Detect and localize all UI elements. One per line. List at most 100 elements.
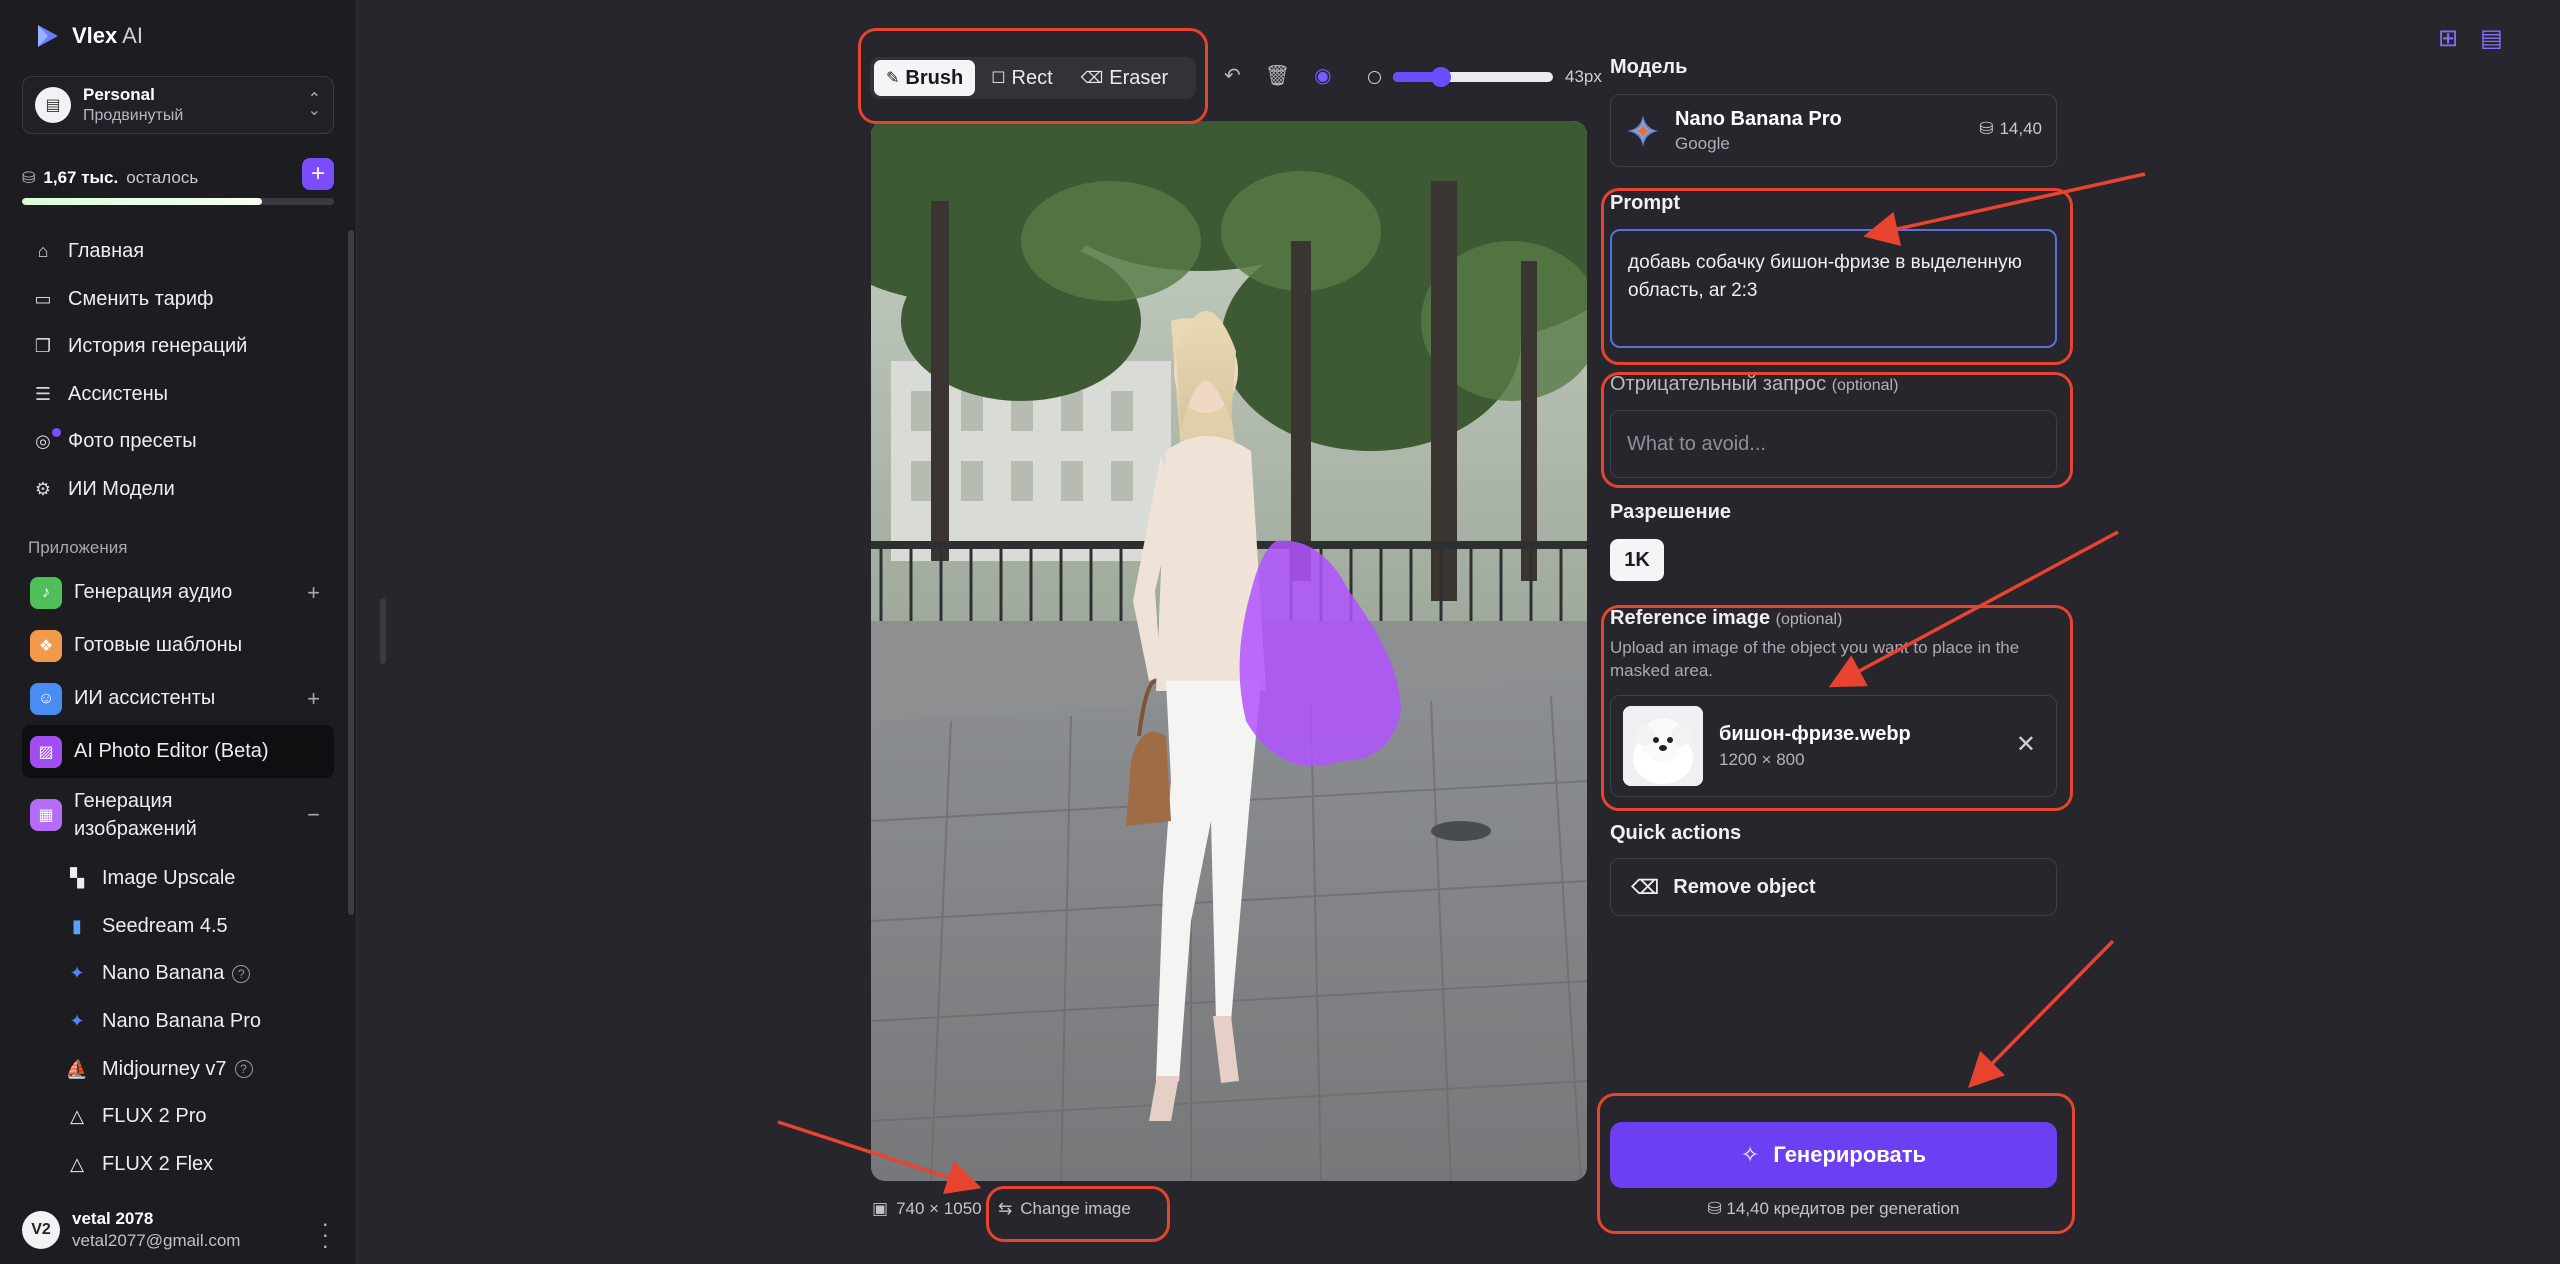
sidebar: Vlex AI ▤ Personal Продвинутый ⌃ ⌄ ⛁ 1,67… [0, 0, 357, 1264]
arrow-to-prompt [1863, 172, 2146, 247]
model-item-label: Nano Banana [102, 962, 225, 985]
change-image-button[interactable]: ⇆ Change image [998, 1199, 1131, 1219]
brush-tool-button[interactable]: ✎ Brush [874, 60, 976, 96]
app-item-3[interactable]: ▨ AI Photo Editor (Beta) [22, 725, 334, 778]
trash-icon[interactable]: 🗑︎ [1265, 63, 1290, 88]
model-selector[interactable]: Nano Banana Pro Google ⛁ 14,40 [1610, 94, 2057, 167]
app-item-label: Готовые шаблоны [74, 634, 243, 656]
app-item-2[interactable]: ☺ ИИ ассистенты + [22, 672, 334, 725]
image-models-list: ▚ Image Upscale ▮ Seedream 4.5 ✦ Nano Banana?… [66, 855, 334, 1188]
reference-thumbnail [1623, 706, 1703, 786]
brush-size-slider[interactable] [1393, 67, 1553, 87]
slider-knob[interactable] [1431, 67, 1451, 87]
prompt-textarea[interactable]: добавь собачку бишон-фризе в выделенную … [1610, 229, 2057, 348]
image-dimensions-text: 740 × 1050 [896, 1199, 982, 1218]
midjourney-icon: ⛵ [65, 1058, 89, 1079]
negative-prompt-input[interactable]: What to avoid... [1610, 410, 2057, 478]
resolution-label: Разрешение [1610, 501, 1732, 523]
nav-item-1[interactable]: ▭ Сменить тариф [22, 276, 334, 324]
app-item-0[interactable]: ♪ Генерация аудио + [22, 566, 334, 619]
brush-label: Brush [905, 66, 964, 89]
building-icon: ▤ [35, 87, 71, 123]
help-icon[interactable]: ? [232, 964, 251, 983]
home-icon: ⌂ [37, 241, 49, 262]
remove-object-button[interactable]: ⌫ Remove object [1610, 858, 2057, 916]
generate-cost-text: 14,40 кредитов per generation [1726, 1199, 1960, 1218]
sidebar-scrollbar[interactable] [348, 230, 354, 915]
reference-file-card[interactable]: бишон-фризе.webp 1200 × 800 ✕ [1610, 695, 2057, 797]
generate-label: Генерировать [1773, 1142, 1927, 1167]
template-icon: ❖ [30, 629, 62, 662]
brush-size-control: 43px [1368, 67, 1602, 87]
reference-file-info: бишон-фризе.webp 1200 × 800 [1719, 723, 1911, 770]
add-credits-button[interactable]: + [302, 158, 334, 190]
app-item-label: Генерация изображений [74, 790, 197, 840]
apps-list: ♪ Генерация аудио + ❖ Готовые шаблоны ☺ ИИ асс… [22, 566, 334, 852]
model-item-4[interactable]: ⛵ Midjourney v7? [66, 1045, 334, 1093]
app-item-4[interactable]: ▦ Генерация изображений − [22, 778, 334, 852]
photo-editor-icon: ▨ [30, 735, 62, 768]
eraser-tool-button[interactable]: ⌫ Eraser [1069, 60, 1181, 96]
close-icon[interactable]: ✕ [2016, 730, 2036, 759]
brand[interactable]: Vlex AI [34, 22, 143, 50]
generate-button[interactable]: ✧ Генерировать [1610, 1122, 2057, 1188]
model-info: Nano Banana Pro Google [1675, 108, 1842, 154]
nav-item-3[interactable]: ☰ Ассистены [22, 371, 334, 419]
nav-item-0[interactable]: ⌂ Главная [22, 228, 334, 276]
model-item-label: FLUX 2 Flex [102, 1152, 214, 1175]
panel-resize-handle[interactable] [380, 598, 386, 664]
editor-canvas[interactable] [871, 121, 1587, 1181]
model-item-2[interactable]: ✦ Nano Banana? [66, 950, 334, 998]
model-item-5[interactable]: △ FLUX 2 Pro [66, 1093, 334, 1141]
model-item-3[interactable]: ✦ Nano Banana Pro [66, 998, 334, 1046]
workspace-text: Personal Продвинутый [83, 85, 296, 125]
app-item-1[interactable]: ❖ Готовые шаблоны [22, 619, 334, 672]
negative-optional: (optional) [1831, 377, 1899, 394]
app-root: Vlex AI ▤ Personal Продвинутый ⌃ ⌄ ⛁ 1,67… [0, 0, 2560, 1264]
rect-tool-button[interactable]: ☐ Rect [979, 60, 1064, 96]
resolution-option-1k[interactable]: 1K [1610, 539, 1664, 581]
generate-cost-note: ⛁ 14,40 кредитов per generation [1610, 1199, 2057, 1219]
nav-item-label: История генераций [68, 335, 248, 358]
chip-icon: ⚙ [34, 478, 52, 499]
eraser-icon: ⌫ [1080, 70, 1104, 87]
model-item-label: Midjourney v7 [102, 1057, 227, 1080]
reference-file-name: бишон-фризе.webp [1719, 722, 1911, 745]
nav-item-4[interactable]: ◎ Фото пресеты [22, 418, 334, 466]
more-vertical-icon[interactable]: · · · [322, 1213, 329, 1257]
model-item-label: FLUX 2 Pro [102, 1105, 207, 1128]
brand-name: Vlex AI [72, 23, 143, 48]
workspace-switcher[interactable]: ▤ Personal Продвинутый ⌃ ⌄ [22, 76, 334, 134]
change-image-label: Change image [1020, 1199, 1131, 1218]
reference-image-label: Reference image (optional) [1610, 607, 1842, 630]
model-item-label: Image Upscale [102, 867, 236, 890]
model-item-1[interactable]: ▮ Seedream 4.5 [66, 903, 334, 951]
apps-section-label: Приложения [28, 538, 128, 557]
brush-size-value: 43px [1565, 67, 1602, 86]
document-icon[interactable]: ▤ [2480, 24, 2503, 53]
negative-prompt-label: Отрицательный запрос (optional) [1610, 373, 1898, 396]
user-profile[interactable]: V2 vetal 2078 vetal2077@gmail.com · · · [0, 1196, 357, 1264]
toolbar-actions: ↶ 🗑︎ ◉ [1224, 63, 1332, 88]
coins-icon: ⛁ [1979, 119, 1994, 138]
prompt-label: Prompt [1610, 192, 1680, 214]
model-item-0[interactable]: ▚ Image Upscale [66, 855, 334, 903]
brush-size-icon [1368, 70, 1381, 84]
nav-item-5[interactable]: ⚙ ИИ Модели [22, 466, 334, 514]
top-right-actions: ⊞ ▤ [2438, 24, 2503, 53]
nav-item-2[interactable]: ❐ История генераций [22, 323, 334, 371]
reference-optional: (optional) [1775, 611, 1843, 628]
assistant-icon: ☺ [30, 682, 62, 715]
credits-label: осталось [126, 168, 199, 187]
rect-label: Rect [1011, 66, 1053, 89]
minus-icon[interactable]: − [307, 802, 320, 828]
eye-icon[interactable]: ◉ [1314, 63, 1331, 88]
undo-icon[interactable]: ↶ [1224, 63, 1241, 88]
help-icon[interactable]: ? [234, 1060, 253, 1079]
brush-icon: ✎ [886, 70, 900, 87]
notification-dot [52, 428, 61, 437]
plus-icon[interactable]: + [307, 686, 320, 712]
model-item-6[interactable]: △ FLUX 2 Flex [66, 1141, 334, 1189]
add-square-icon[interactable]: ⊞ [2438, 24, 2458, 53]
plus-icon[interactable]: + [307, 580, 320, 606]
